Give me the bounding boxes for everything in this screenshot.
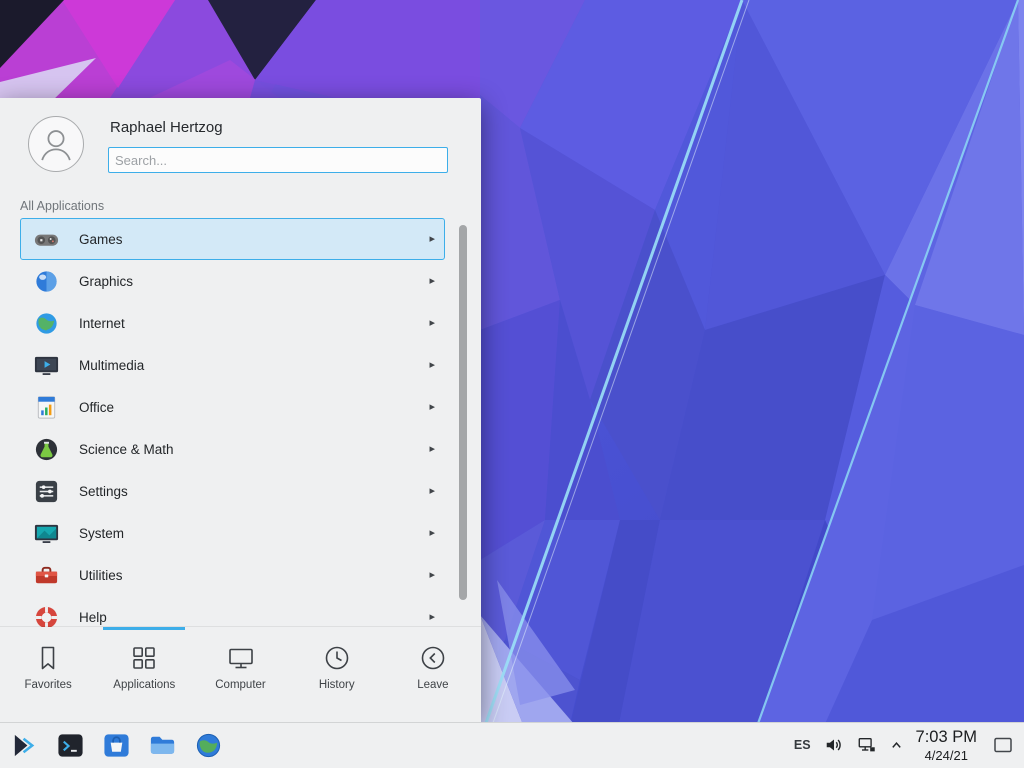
tab-favorites[interactable]: Favorites: [0, 627, 96, 722]
internet-icon: [32, 309, 60, 337]
tab-bar: Favorites Applications Computer History …: [0, 627, 481, 722]
utilities-icon: [32, 561, 60, 589]
category-label: System: [79, 526, 124, 541]
submenu-arrow-icon: [429, 360, 435, 371]
category-label: Utilities: [79, 568, 123, 583]
computer-icon: [226, 642, 256, 674]
tab-label: Applications: [113, 679, 175, 691]
software-store-icon[interactable]: [101, 730, 132, 761]
expand-tray-icon[interactable]: [890, 739, 903, 752]
multimedia-icon: [32, 351, 60, 379]
tab-leave[interactable]: Leave: [385, 627, 481, 722]
category-label: Settings: [79, 484, 128, 499]
clock[interactable]: 7:03 PM 4/24/21: [916, 728, 977, 763]
favorites-icon: [33, 642, 63, 674]
submenu-arrow-icon: [429, 612, 435, 623]
history-icon: [322, 642, 352, 674]
tab-applications[interactable]: Applications: [96, 627, 192, 722]
scrollbar-thumb[interactable]: [459, 225, 467, 600]
clock-date: 4/24/21: [916, 748, 977, 763]
show-desktop-button[interactable]: [990, 729, 1016, 761]
applications-icon: [129, 642, 159, 674]
file-manager-icon[interactable]: [147, 730, 178, 761]
category-label: Graphics: [79, 274, 133, 289]
science-math-icon: [32, 435, 60, 463]
submenu-arrow-icon: [429, 234, 435, 245]
search-input[interactable]: [108, 147, 448, 173]
category-utilities[interactable]: Utilities: [20, 554, 445, 596]
system-icon: [32, 519, 60, 547]
leave-icon: [418, 642, 448, 674]
submenu-arrow-icon: [429, 570, 435, 581]
category-label: Office: [79, 400, 114, 415]
submenu-arrow-icon: [429, 402, 435, 413]
category-office[interactable]: Office: [20, 386, 445, 428]
tab-label: Leave: [417, 679, 448, 691]
category-graphics[interactable]: Graphics: [20, 260, 445, 302]
app-launcher-icon[interactable]: [9, 730, 40, 761]
office-icon: [32, 393, 60, 421]
submenu-arrow-icon: [429, 276, 435, 287]
keyboard-layout-indicator[interactable]: ES: [794, 738, 811, 752]
clock-time: 7:03 PM: [916, 728, 977, 747]
category-label: Games: [79, 232, 123, 247]
taskbar-launchers: [6, 730, 224, 761]
category-settings[interactable]: Settings: [20, 470, 445, 512]
taskbar: ES 7:03 PM 4/24/21: [0, 722, 1024, 768]
category-games[interactable]: Games: [20, 218, 445, 260]
submenu-arrow-icon: [429, 528, 435, 539]
submenu-arrow-icon: [429, 318, 435, 329]
user-avatar[interactable]: [28, 116, 84, 172]
web-browser-icon[interactable]: [193, 730, 224, 761]
category-science-math[interactable]: Science & Math: [20, 428, 445, 470]
category-help[interactable]: Help: [20, 596, 445, 627]
category-system[interactable]: System: [20, 512, 445, 554]
category-list: Games Graphics Internet Multimedia Offic…: [0, 218, 481, 627]
category-label: Internet: [79, 316, 125, 331]
category-label: Help: [79, 610, 107, 625]
terminal-icon[interactable]: [55, 730, 86, 761]
tab-label: Computer: [215, 679, 266, 691]
tab-label: History: [319, 679, 355, 691]
user-name: Raphael Hertzog: [110, 119, 223, 136]
category-label: Science & Math: [79, 442, 174, 457]
category-internet[interactable]: Internet: [20, 302, 445, 344]
tab-history[interactable]: History: [289, 627, 385, 722]
help-icon: [32, 603, 60, 627]
category-multimedia[interactable]: Multimedia: [20, 344, 445, 386]
submenu-arrow-icon: [429, 486, 435, 497]
category-label: Multimedia: [79, 358, 144, 373]
tab-label: Favorites: [24, 679, 71, 691]
submenu-arrow-icon: [429, 444, 435, 455]
section-label: All Applications: [20, 199, 104, 213]
volume-icon[interactable]: [824, 735, 844, 755]
tab-computer[interactable]: Computer: [192, 627, 288, 722]
games-icon: [32, 225, 60, 253]
settings-icon: [32, 477, 60, 505]
application-launcher-menu: Raphael Hertzog All Applications Games G…: [0, 98, 481, 722]
graphics-icon: [32, 267, 60, 295]
network-icon[interactable]: [857, 735, 877, 755]
system-tray: ES 7:03 PM 4/24/21: [794, 728, 1018, 763]
